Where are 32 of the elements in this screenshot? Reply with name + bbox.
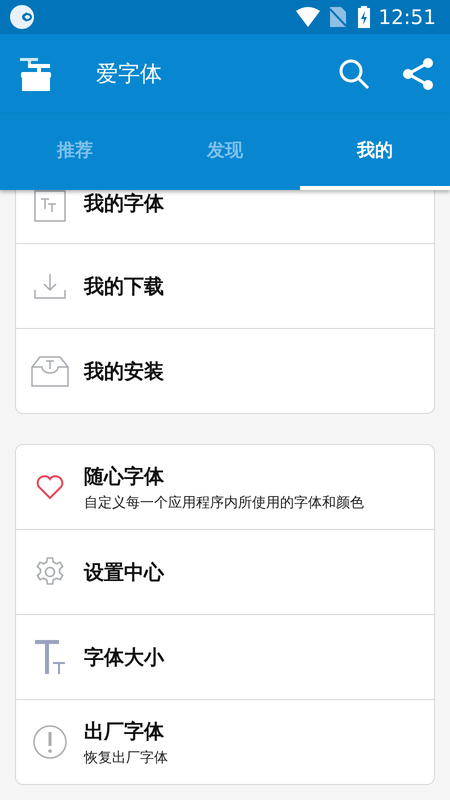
menu-item[interactable]: 字体大小 [16, 614, 434, 699]
item-title: 随心字体 [84, 462, 165, 490]
app-logo-icon [18, 56, 54, 92]
app-title: 爱字体 [96, 61, 163, 89]
search-icon[interactable] [338, 58, 370, 90]
settings-icon [34, 556, 66, 588]
share-icon[interactable] [402, 57, 434, 91]
menu-item[interactable]: 随心字体 自定义每一个应用程序内所使用的字体和颜色 [16, 445, 434, 529]
item-title: 我的下载 [84, 272, 164, 300]
download-icon [34, 272, 66, 300]
exclamation-icon [33, 725, 67, 759]
menu-item[interactable]: 我的下载 [16, 243, 434, 328]
menu-item[interactable]: 我的安装 [16, 328, 434, 413]
heart-icon [36, 474, 64, 500]
status-time: 12:51 [378, 5, 436, 29]
text-size-icon [35, 640, 65, 674]
menu-item[interactable]: 设置中心 [16, 529, 434, 614]
item-title: 出厂字体 [84, 718, 165, 744]
font-box-icon [34, 190, 66, 222]
wifi-icon [296, 7, 320, 27]
no-sim-icon [330, 7, 346, 27]
item-title: 我的字体 [84, 190, 164, 217]
item-title: 我的安装 [84, 358, 164, 384]
item-title: 字体大小 [84, 644, 164, 670]
item-subtitle: 恢复出厂字体 [84, 748, 168, 766]
menu-item[interactable]: 我的字体 [16, 190, 434, 243]
menu-item[interactable]: 出厂字体 恢复出厂字体 [16, 699, 434, 784]
item-subtitle: 自定义每一个应用程序内所使用的字体和颜色 [84, 494, 364, 512]
battery-charging-icon [358, 6, 370, 28]
item-title: 设置中心 [84, 558, 164, 586]
inbox-icon [31, 355, 69, 387]
app-status-icon [10, 5, 34, 29]
